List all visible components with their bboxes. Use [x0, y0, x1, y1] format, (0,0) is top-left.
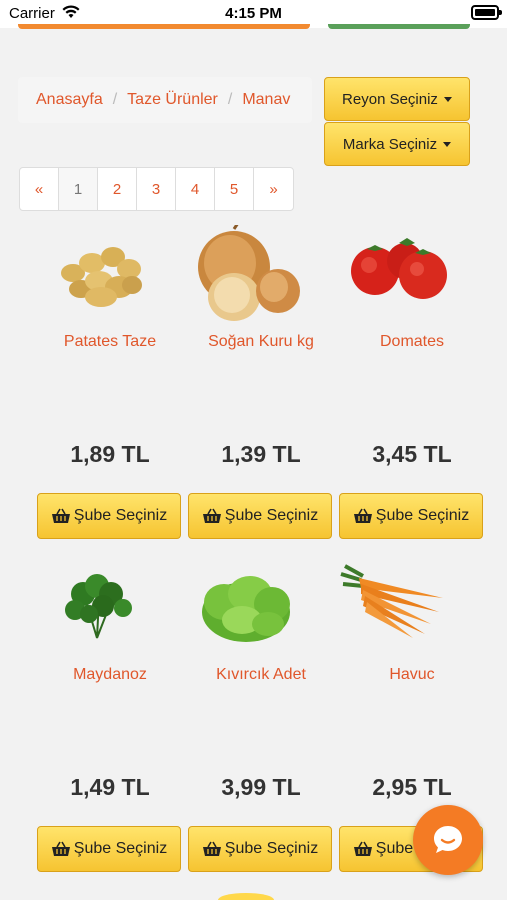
top-strip-right [328, 24, 470, 29]
product-price: 3,45 TL [372, 441, 452, 467]
basket-icon [202, 841, 221, 856]
pagination-page-3[interactable]: 3 [137, 168, 176, 210]
breadcrumb-separator: / [227, 91, 233, 108]
product-name[interactable]: Kıvırcık Adet [178, 666, 344, 684]
select-branch-button[interactable]: Şube Seçiniz [339, 493, 483, 539]
pagination-page-1[interactable]: 1 [59, 168, 98, 210]
select-branch-label: Şube Seçiniz [73, 840, 168, 857]
basket-icon [202, 508, 221, 523]
product-name[interactable]: Maydanoz [27, 666, 193, 684]
breadcrumb-separator: / [112, 91, 118, 108]
basket-icon [51, 508, 70, 523]
breadcrumb-greengrocer[interactable]: Manav [242, 91, 290, 109]
breadcrumb: Anasayfa / Taze Ürünler / Manav [18, 77, 312, 123]
breadcrumb-home[interactable]: Anasayfa [36, 91, 103, 109]
basket-icon [353, 508, 372, 523]
select-branch-label: Şube Seçiniz [73, 507, 168, 524]
marka-select-label: Marka Seçiniz [342, 135, 438, 153]
pagination-prev[interactable]: « [20, 168, 59, 210]
battery-icon [471, 5, 502, 20]
product-price: 1,39 TL [221, 441, 301, 467]
parsley-image[interactable] [37, 558, 183, 658]
pagination-page-2[interactable]: 2 [98, 168, 137, 210]
select-branch-label: Şube Seçiniz [224, 507, 319, 524]
product-name[interactable]: Soğan Kuru kg [178, 333, 344, 351]
pagination-page-4[interactable]: 4 [176, 168, 215, 210]
select-branch-button[interactable]: Şube Seçiniz [37, 493, 181, 539]
reyon-select-label: Reyon Seçiniz [342, 90, 438, 108]
pagination-next[interactable]: » [254, 168, 293, 210]
onion-image[interactable] [188, 222, 334, 325]
caret-down-icon [443, 141, 452, 147]
reyon-select-button[interactable]: Reyon Seçiniz [324, 77, 470, 121]
select-branch-button[interactable]: Şube Seçiniz [188, 826, 332, 872]
tomato-image[interactable] [339, 225, 485, 325]
select-branch-label: Şube Seçiniz [224, 840, 319, 857]
product-price: 1,89 TL [70, 441, 150, 467]
product-price: 2,95 TL [372, 774, 452, 800]
carrot-image[interactable] [339, 558, 485, 658]
pagination-page-5[interactable]: 5 [215, 168, 254, 210]
select-branch-label: Şube Seçiniz [375, 507, 470, 524]
bottom-peek-element [218, 893, 274, 900]
breadcrumb-fresh-products[interactable]: Taze Ürünler [127, 91, 218, 109]
basket-icon [353, 841, 372, 856]
product-name[interactable]: Patates Taze [27, 333, 193, 351]
basket-icon [51, 841, 70, 856]
select-branch-button[interactable]: Şube Seçiniz [37, 826, 181, 872]
select-branch-button[interactable]: Şube Seçiniz [188, 493, 332, 539]
product-price: 1,49 TL [70, 774, 150, 800]
chat-bubble-icon [434, 826, 462, 853]
pagination: « 1 2 3 4 5 » [19, 167, 294, 211]
product-name[interactable]: Havuc [329, 666, 495, 684]
clock: 4:15 PM [225, 5, 282, 22]
lettuce-image[interactable] [188, 558, 334, 658]
product-price: 3,99 TL [221, 774, 301, 800]
caret-down-icon [443, 96, 452, 102]
potato-image[interactable] [37, 225, 183, 325]
top-strip-left [18, 24, 310, 29]
chat-button[interactable] [413, 805, 483, 875]
product-name[interactable]: Domates [329, 333, 495, 351]
marka-select-button[interactable]: Marka Seçiniz [324, 122, 470, 166]
